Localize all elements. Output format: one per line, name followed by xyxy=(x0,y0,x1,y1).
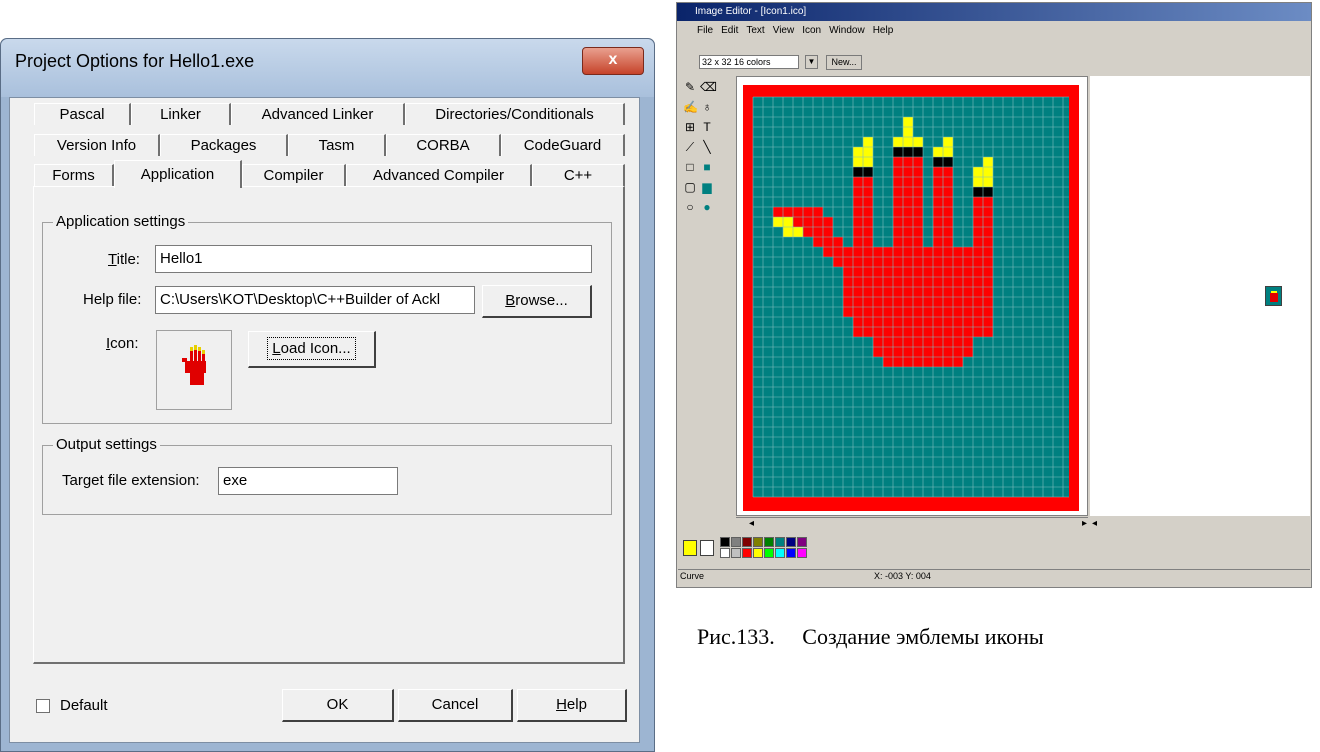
tab-tasm[interactable]: Tasm xyxy=(288,134,386,156)
scroll-left-icon[interactable]: ◂ xyxy=(749,518,754,529)
palette-swatch[interactable] xyxy=(753,548,763,558)
line-icon[interactable]: ╲ xyxy=(700,140,714,154)
background-color[interactable] xyxy=(700,540,714,556)
hand-icon xyxy=(182,345,206,385)
brush-icon[interactable]: ✍ xyxy=(683,100,698,114)
icon-label: Icon: xyxy=(106,335,139,352)
image-editor-title: Image Editor - [Icon1.ico] xyxy=(695,6,807,17)
menu-text[interactable]: Text xyxy=(746,21,764,40)
cancel-button[interactable]: Cancel xyxy=(398,689,513,722)
browse-button[interactable]: Browse... xyxy=(482,285,592,318)
output-settings-label: Output settings xyxy=(53,436,160,453)
tab-packages[interactable]: Packages xyxy=(160,134,288,156)
menu-view[interactable]: View xyxy=(773,21,795,40)
palette-swatch[interactable] xyxy=(775,548,785,558)
fill-icon[interactable]: ♁ xyxy=(700,100,714,114)
load-icon-button[interactable]: Load Icon... xyxy=(248,331,376,368)
default-label: Default xyxy=(60,697,108,714)
horizontal-scrollbar[interactable] xyxy=(736,517,1088,532)
status-tool: Curve xyxy=(680,571,705,581)
default-checkbox[interactable] xyxy=(36,699,50,713)
new-button[interactable]: New... xyxy=(826,55,862,70)
rounded-rect-filled-icon[interactable]: ▆ xyxy=(700,180,714,194)
tab-row-1: Pascal Linker Advanced Linker Directorie… xyxy=(34,103,625,125)
title-input[interactable]: Hello1 xyxy=(155,245,592,273)
icon-preview-small xyxy=(1265,286,1282,306)
pencil-icon[interactable]: ✎ xyxy=(683,80,697,94)
tool-palette: ✎ ⌫ ✍ ♁ ⊞ T ⟋ ╲ □ ■ ▢ ▆ ○ ● xyxy=(680,80,718,260)
close-button[interactable]: x xyxy=(582,47,644,75)
figure-caption: Рис.133. Создание эмблемы иконы xyxy=(697,624,1044,649)
title-label: Title: xyxy=(108,251,140,268)
menu-edit[interactable]: Edit xyxy=(721,21,738,40)
tab-version-info[interactable]: Version Info xyxy=(34,134,160,156)
tab-cpp[interactable]: C++ xyxy=(532,164,625,186)
rect-filled-icon[interactable]: ■ xyxy=(700,160,714,174)
palette-swatch[interactable] xyxy=(753,537,763,547)
window-title: Project Options for Hello1.exe xyxy=(15,51,255,71)
palette-swatch[interactable] xyxy=(797,548,807,558)
tab-codeguard[interactable]: CodeGuard xyxy=(501,134,625,156)
palette-swatch[interactable] xyxy=(720,548,730,558)
palette-swatch[interactable] xyxy=(731,548,741,558)
ellipse-icon[interactable]: ○ xyxy=(683,200,697,214)
tab-advanced-linker[interactable]: Advanced Linker xyxy=(231,103,405,125)
icon-preview xyxy=(156,330,232,410)
image-editor-menu-bar: File Edit Text View Icon Window Help xyxy=(677,21,1311,40)
scroll-right-icon[interactable]: ▸ xyxy=(1082,518,1087,529)
rounded-rect-icon[interactable]: ▢ xyxy=(683,180,697,194)
target-extension-input[interactable]: exe xyxy=(218,467,398,495)
tab-compiler[interactable]: Compiler xyxy=(242,164,346,186)
palette-swatch[interactable] xyxy=(742,548,752,558)
palette-swatch[interactable] xyxy=(764,548,774,558)
tab-pascal[interactable]: Pascal xyxy=(34,103,131,125)
palette-swatch[interactable] xyxy=(720,537,730,547)
palette-swatch[interactable] xyxy=(786,537,796,547)
foreground-color[interactable] xyxy=(683,540,697,556)
help-file-input[interactable]: C:\Users\KOT\Desktop\C++Builder of Ackl xyxy=(155,286,475,314)
tab-advanced-compiler[interactable]: Advanced Compiler xyxy=(346,164,532,186)
small-hand-icon xyxy=(1270,291,1278,302)
menu-window[interactable]: Window xyxy=(829,21,865,40)
spray-icon[interactable]: ⊞ xyxy=(683,120,697,134)
icon-canvas[interactable] xyxy=(743,85,1079,511)
icon-canvas-svg xyxy=(743,85,1079,511)
title-bar: Project Options for Hello1.exe x xyxy=(1,39,654,97)
size-select-value: 32 x 32 16 colors xyxy=(702,57,771,67)
target-extension-label: Target file extension: xyxy=(62,472,200,489)
tab-row-3: Forms Application Compiler Advanced Comp… xyxy=(34,160,625,188)
palette-swatch[interactable] xyxy=(797,537,807,547)
tab-linker[interactable]: Linker xyxy=(131,103,231,125)
status-coords: X: -003 Y: 004 xyxy=(874,571,931,581)
tab-directories-conditionals[interactable]: Directories/Conditionals xyxy=(405,103,625,125)
application-settings-label: Application settings xyxy=(53,213,189,230)
rect-outline-icon[interactable]: □ xyxy=(683,160,697,174)
tab-corba[interactable]: CORBA xyxy=(386,134,501,156)
size-select-chevron-down-icon[interactable]: ▼ xyxy=(805,55,818,69)
palette-swatch[interactable] xyxy=(775,537,785,547)
menu-icon[interactable]: Icon xyxy=(802,21,821,40)
dropper-icon[interactable]: ⌫ xyxy=(700,80,717,94)
palette-swatch[interactable] xyxy=(742,537,752,547)
preview-scroll-left-icon[interactable]: ◂ xyxy=(1092,518,1097,529)
help-file-label: Help file: xyxy=(83,291,142,308)
tab-application[interactable]: Application xyxy=(114,160,242,188)
image-editor-title-bar: Image Editor - [Icon1.ico] xyxy=(677,3,1311,21)
size-select[interactable]: 32 x 32 16 colors xyxy=(699,55,799,69)
tab-forms[interactable]: Forms xyxy=(34,164,114,186)
status-bar: Curve X: -003 Y: 004 xyxy=(678,569,1310,584)
tab-row-2: Version Info Packages Tasm CORBA CodeGua… xyxy=(34,134,625,156)
palette-swatch[interactable] xyxy=(731,537,741,547)
curve-icon[interactable]: ⟋ xyxy=(683,140,697,154)
palette-swatch[interactable] xyxy=(786,548,796,558)
text-icon[interactable]: T xyxy=(700,120,714,134)
help-button[interactable]: Help xyxy=(517,689,627,722)
palette-swatch[interactable] xyxy=(764,537,774,547)
ok-button[interactable]: OK xyxy=(282,689,394,722)
ellipse-filled-icon[interactable]: ● xyxy=(700,200,714,214)
menu-help[interactable]: Help xyxy=(873,21,894,40)
menu-file[interactable]: File xyxy=(697,21,713,40)
